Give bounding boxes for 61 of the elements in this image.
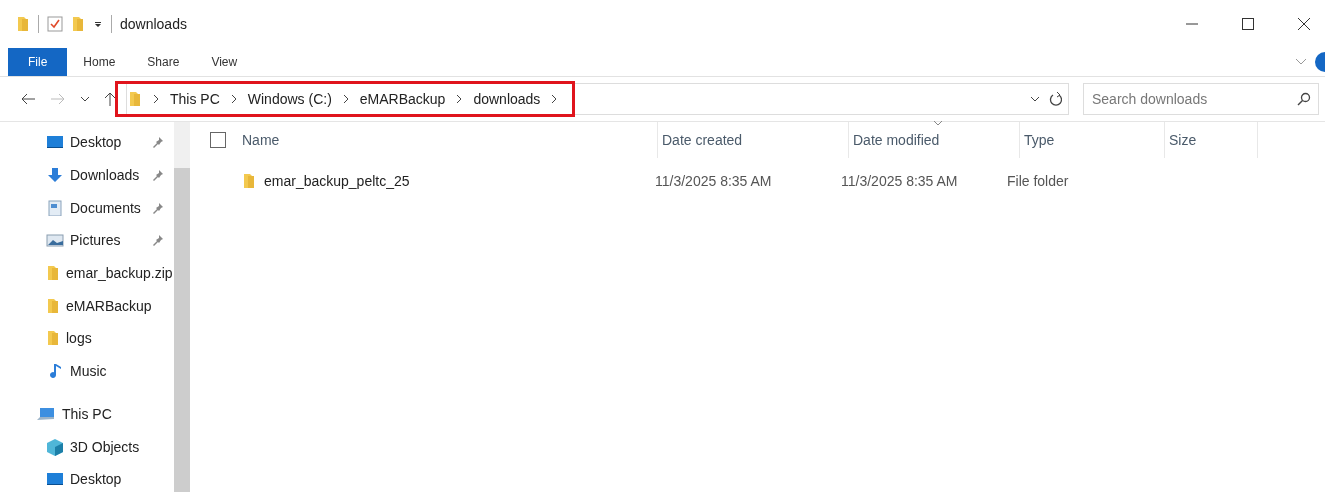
sidebar-item[interactable]: emar_backup.zip [66, 265, 173, 282]
chevron-right-icon[interactable] [341, 94, 350, 104]
chevron-down-icon[interactable] [80, 94, 90, 104]
sidebar-item[interactable]: This PC [62, 405, 112, 422]
column-header[interactable]: Date created [658, 122, 849, 158]
desktop-icon [46, 134, 64, 151]
up-arrow-icon[interactable] [104, 91, 116, 107]
ribbon-tab[interactable]: Share [131, 48, 196, 76]
help-icon[interactable] [1315, 52, 1325, 72]
checkmark-icon[interactable] [47, 16, 63, 32]
chevron-down-icon[interactable] [1030, 94, 1040, 104]
column-header[interactable]: Type [1020, 122, 1165, 158]
ribbon-tab[interactable]: View [195, 48, 254, 76]
file-name[interactable]: emar_backup_peltc_25 [264, 173, 410, 189]
sidebar-item[interactable]: logs [66, 330, 92, 347]
folder-icon [16, 15, 30, 33]
breadcrumb[interactable]: downloads [473, 91, 541, 107]
table-cell: 11/3/2025 8:35 AM [841, 173, 958, 189]
table-cell: 11/3/2025 8:35 AM [655, 173, 772, 189]
maximize-icon[interactable] [1241, 17, 1255, 31]
sidebar-item[interactable]: Desktop [70, 471, 122, 488]
cube-icon [46, 437, 64, 456]
breadcrumb[interactable]: eMARBackup [359, 91, 446, 107]
chevron-right-icon[interactable] [229, 94, 238, 104]
sidebar-item[interactable]: Documents [70, 199, 141, 216]
search-icon [1297, 92, 1311, 106]
select-all-checkbox[interactable] [210, 132, 226, 148]
sidebar-item[interactable]: eMARBackup [66, 297, 152, 314]
chevron-right-icon[interactable] [455, 94, 464, 104]
sidebar-item[interactable]: Downloads [70, 167, 140, 184]
sidebar-item[interactable]: Desktop [70, 134, 122, 151]
window-title: downloads [120, 16, 187, 32]
scrollbar[interactable] [174, 122, 190, 492]
folder-icon [242, 172, 256, 190]
desktop-icon [46, 471, 64, 488]
folder-icon [46, 329, 60, 348]
download-arrow-icon [46, 167, 64, 184]
document-icon [46, 199, 64, 216]
breadcrumb[interactable]: This PC [170, 91, 220, 107]
sidebar-item[interactable]: 3D Objects [70, 438, 140, 455]
column-header[interactable]: Date modified [849, 122, 1020, 158]
chevron-right-icon[interactable] [152, 94, 160, 104]
table-cell: File folder [1007, 173, 1069, 189]
search-field[interactable]: Search downloads [1083, 83, 1319, 115]
picture-icon [46, 232, 64, 249]
folder-icon [46, 296, 60, 315]
ribbon-tab[interactable]: File [8, 48, 68, 76]
ribbon-tab[interactable]: Home [67, 48, 132, 76]
breadcrumb[interactable]: Windows (C:) [247, 91, 332, 107]
column-header[interactable]: Size [1165, 122, 1258, 158]
back-arrow-icon[interactable] [20, 92, 36, 106]
folder-icon [46, 264, 60, 283]
sidebar-item[interactable]: Music [70, 363, 107, 380]
close-icon[interactable] [1297, 17, 1311, 31]
column-header[interactable]: Name [238, 122, 658, 158]
sidebar-item[interactable]: Pictures [70, 232, 121, 249]
computer-icon [36, 405, 56, 422]
folder-icon [128, 90, 142, 108]
refresh-icon[interactable] [1048, 91, 1062, 107]
dropdown-icon[interactable] [93, 19, 103, 29]
chevron-right-icon[interactable] [550, 94, 559, 104]
